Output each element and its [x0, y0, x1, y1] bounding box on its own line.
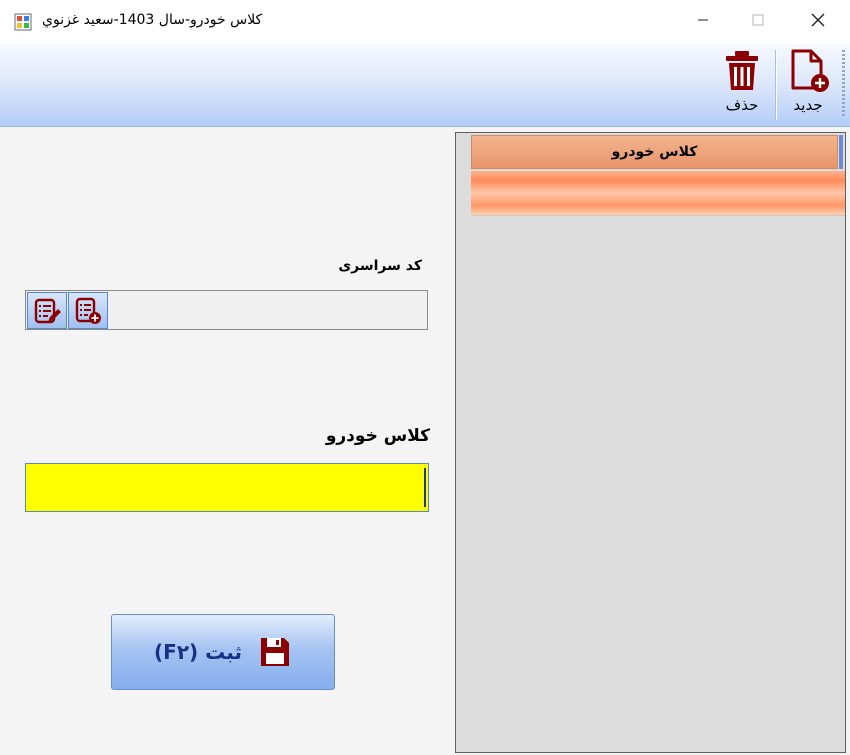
- code-label: کد سراسری: [338, 258, 422, 274]
- new-label: جديد: [793, 96, 823, 114]
- grid-header-edge: [839, 135, 843, 169]
- toolbar: جديد حذف: [0, 44, 850, 127]
- edit-code-button[interactable]: [27, 292, 67, 329]
- toolbar-grip[interactable]: [842, 50, 845, 118]
- new-document-icon: [791, 49, 829, 92]
- window-title: کلاس خودرو-سال 1403-سعيد غزنوي: [42, 12, 263, 28]
- delete-label: حذف: [725, 96, 759, 114]
- save-label: ثبت (F۲): [154, 640, 242, 664]
- close-icon: [811, 13, 825, 27]
- close-button[interactable]: [795, 0, 841, 40]
- delete-button[interactable]: حذف: [714, 46, 770, 120]
- vehicle-class-input[interactable]: [25, 463, 429, 512]
- code-field[interactable]: [25, 290, 428, 330]
- minimize-button[interactable]: [680, 0, 726, 40]
- maximize-icon: [752, 14, 764, 26]
- grid-column-header[interactable]: کلاس خودرو: [471, 135, 838, 169]
- vehicle-class-label: کلاس خودرو: [325, 426, 430, 446]
- trash-icon: [726, 51, 758, 90]
- grid-row-selected[interactable]: [471, 171, 845, 216]
- text-caret: [424, 468, 426, 507]
- list-add-icon: [75, 297, 101, 324]
- new-button[interactable]: جديد: [780, 46, 836, 120]
- maximize-button[interactable]: [735, 0, 781, 40]
- save-button[interactable]: ثبت (F۲): [111, 614, 335, 690]
- app-icon: [14, 13, 32, 31]
- list-edit-icon: [34, 298, 61, 323]
- minimize-icon: [698, 19, 708, 21]
- toolbar-separator: [775, 50, 777, 120]
- add-code-button[interactable]: [68, 292, 108, 329]
- title-bar: کلاس خودرو-سال 1403-سعيد غزنوي: [0, 0, 850, 44]
- records-grid[interactable]: کلاس خودرو: [455, 132, 846, 753]
- floppy-disk-icon: [260, 638, 289, 666]
